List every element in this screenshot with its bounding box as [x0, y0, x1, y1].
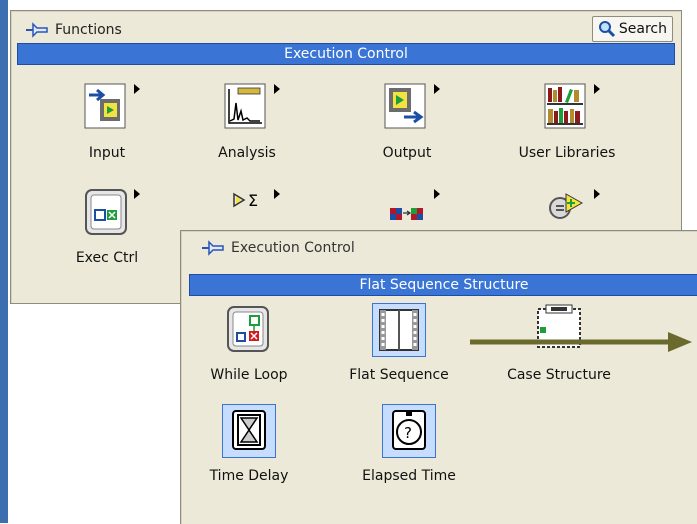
- search-button[interactable]: Search: [591, 16, 673, 42]
- category-bar: Execution Control: [17, 43, 675, 65]
- palette-item-label: Flat Sequence: [349, 367, 449, 383]
- user-libraries-icon: [540, 81, 600, 135]
- analysis-icon: [220, 81, 280, 135]
- background-window-edge: [0, 0, 8, 523]
- input-icon: [80, 81, 140, 135]
- pointer-arrow: [470, 332, 692, 352]
- magnifier-icon: [598, 21, 615, 38]
- time-delay-icon: [222, 404, 276, 458]
- palette-item-label: Output: [382, 145, 432, 161]
- flat-sequence-icon: [372, 303, 426, 357]
- execution-control-palette: Execution Control Flat Sequence Structur…: [180, 230, 697, 524]
- palette-item-label: Analysis: [218, 145, 276, 161]
- while-loop-icon: [222, 303, 276, 357]
- exec-ctrl-icon: [80, 186, 140, 240]
- palette-item-label: Time Delay: [209, 468, 289, 484]
- palette-item-label: Input: [88, 145, 126, 161]
- svg-text:Σ: Σ: [248, 191, 258, 210]
- palette-item-label: Elapsed Time: [362, 468, 456, 484]
- thumbtack-icon[interactable]: [201, 239, 225, 257]
- palette-item-label: User Libraries: [518, 145, 616, 161]
- palette-item-label: Exec Ctrl: [75, 250, 139, 266]
- search-label: Search: [618, 21, 667, 37]
- elapsed-time-icon: ?: [382, 404, 436, 458]
- palette-item-label: While Loop: [210, 367, 288, 383]
- category-bar: Flat Sequence Structure: [189, 274, 697, 296]
- svg-text:?: ?: [404, 424, 412, 442]
- functions-palette-title: Functions: [25, 19, 122, 41]
- palette-item-label: Case Structure: [507, 367, 611, 383]
- palette-title-text: Functions: [55, 22, 122, 38]
- output-icon: [380, 81, 440, 135]
- thumbtack-icon[interactable]: [25, 21, 49, 39]
- palette-title-text: Execution Control: [231, 240, 355, 256]
- exec-palette-title: Execution Control: [201, 237, 355, 259]
